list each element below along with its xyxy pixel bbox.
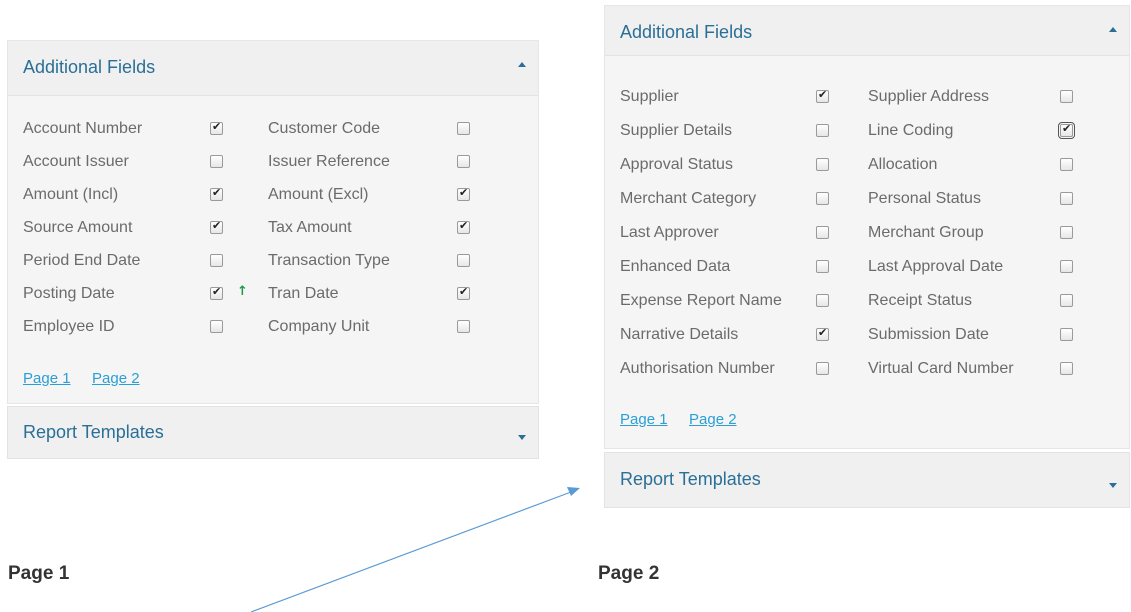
- annotation-arrow: [250, 487, 580, 612]
